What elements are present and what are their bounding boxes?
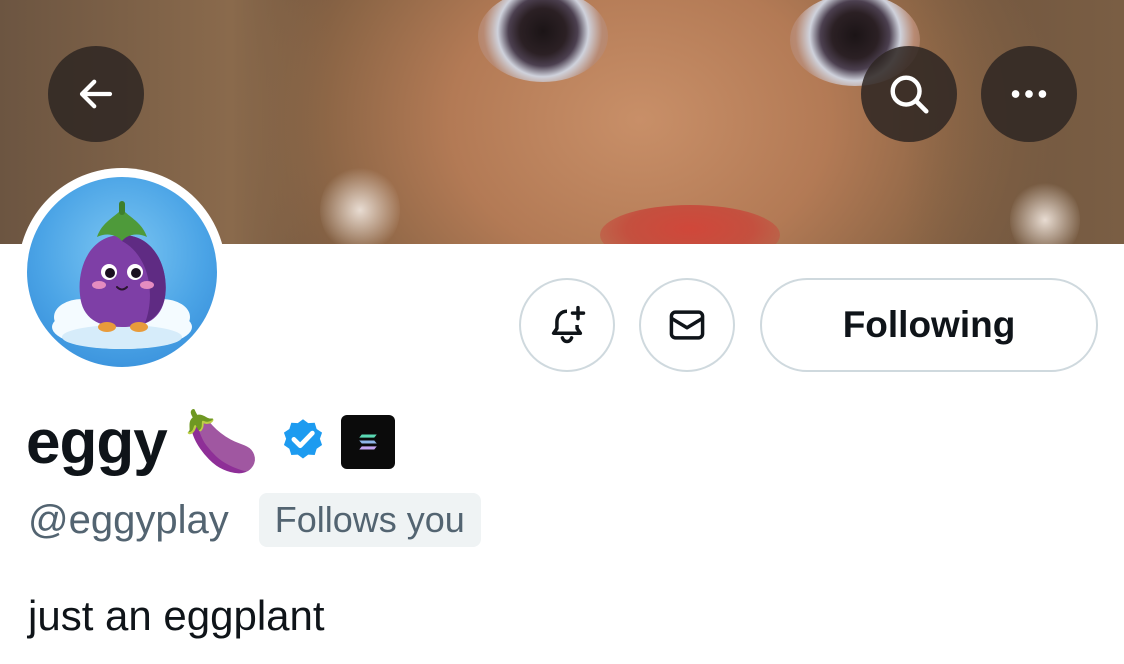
- profile-handle-row: @eggyplay Follows you: [28, 490, 481, 550]
- more-button[interactable]: [981, 46, 1077, 142]
- follows-you-badge: Follows you: [258, 493, 481, 547]
- mail-icon: [669, 310, 705, 340]
- notifications-button[interactable]: [519, 278, 615, 372]
- arrow-left-icon: [79, 79, 113, 109]
- following-button[interactable]: Following: [760, 278, 1098, 372]
- avatar[interactable]: [27, 177, 217, 367]
- back-button[interactable]: [48, 46, 144, 142]
- username-handle: @eggyplay: [28, 497, 229, 542]
- eggplant-avatar-icon: [52, 201, 192, 349]
- banner-earring-left: [320, 165, 400, 244]
- affiliation-badge[interactable]: [341, 415, 396, 469]
- search-button[interactable]: [861, 46, 957, 142]
- more-horizontal-icon: [1011, 90, 1047, 98]
- profile-name-row: eggy 🍆: [26, 400, 396, 484]
- message-button[interactable]: [639, 278, 735, 372]
- display-name: eggy: [26, 407, 168, 477]
- banner-eye-left: [478, 0, 608, 82]
- eggplant-emoji: 🍆: [184, 408, 260, 475]
- solana-logo-icon: [359, 434, 378, 450]
- profile-bio: just an eggplant: [28, 592, 325, 639]
- banner-mouth: [600, 205, 780, 244]
- verified-badge-icon[interactable]: [277, 416, 329, 468]
- bell-plus-icon: [551, 305, 586, 344]
- search-icon: [890, 75, 929, 114]
